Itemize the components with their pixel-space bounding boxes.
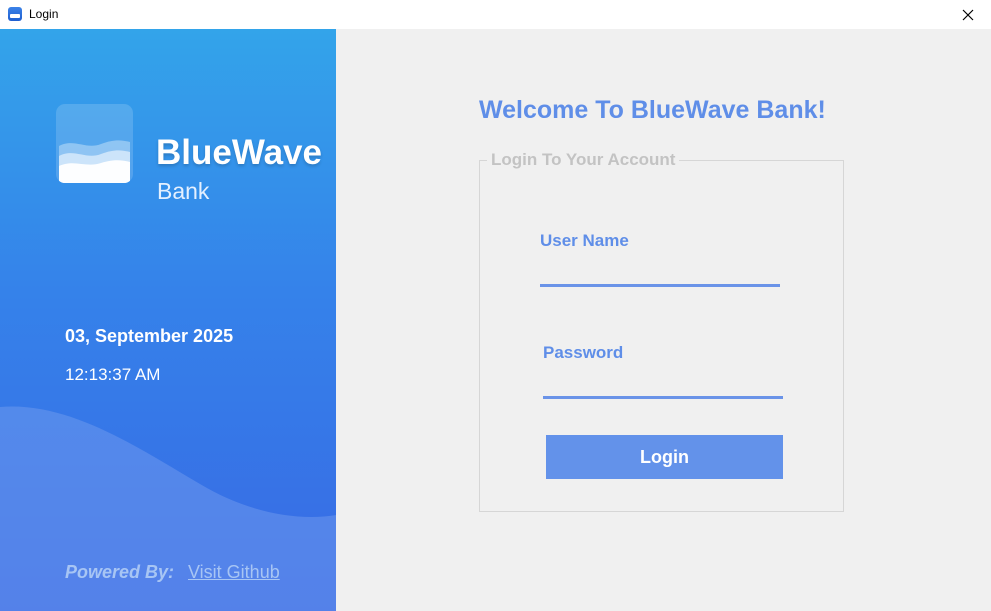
bank-wave-icon [8,7,22,21]
title-bar: Login [0,0,991,29]
current-time: 12:13:37 AM [65,365,161,384]
username-input[interactable] [540,259,780,287]
welcome-heading: Welcome To BlueWave Bank! [479,96,826,124]
password-input[interactable] [543,371,783,399]
brand-subtitle: Bank [157,178,210,204]
github-link[interactable]: Visit Github [188,562,280,583]
window-title: Login [29,7,59,21]
close-button[interactable] [945,0,991,29]
powered-by-label: Powered By: [65,562,175,582]
login-button[interactable]: Login [546,435,783,479]
password-label: Password [543,343,624,362]
background-wave [0,406,336,611]
brand-name: BlueWave [156,133,322,172]
close-icon [962,9,974,20]
brand-panel: BlueWave Bank 03, September 2025 12:13:3… [0,29,336,611]
group-title: Login To Your Account [487,150,680,170]
login-panel: Welcome To BlueWave Bank! Login To Your … [336,29,991,611]
login-groupbox: Login To Your Account User Name Password… [479,150,844,512]
wave-logo-icon [56,104,133,183]
login-window: Login BlueWave Bank 03, September 2025 1… [0,0,991,611]
username-label: User Name [540,231,629,250]
current-date: 03, September 2025 [65,326,234,346]
